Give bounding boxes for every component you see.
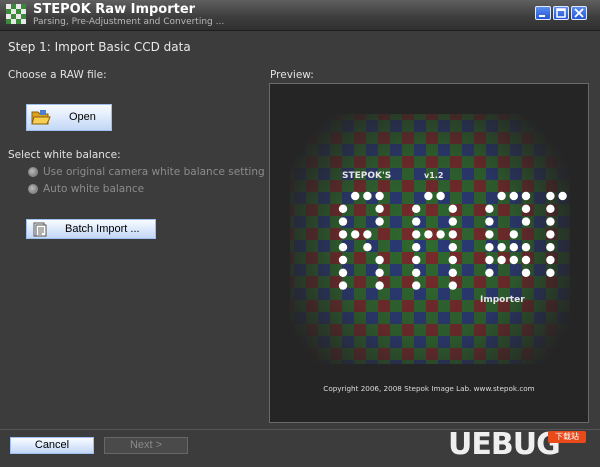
logo-dot: [412, 281, 421, 290]
logo-dot: [558, 191, 567, 201]
app-window: STEPOK Raw Importer Parsing, Pre-Adjustm…: [0, 0, 600, 467]
logo-dot: [521, 268, 531, 277]
logo-dot: [375, 204, 384, 213]
logo-dot: [485, 268, 494, 277]
window-subtitle: Parsing, Pre-Adjustment and Converting .…: [33, 17, 225, 27]
logo-dot: [546, 255, 555, 265]
logo-dot: [448, 268, 457, 277]
logo-dot: [412, 230, 421, 239]
preview-image: STEPOK'S v1.2 Importer Copyright 2006, 2…: [270, 84, 588, 422]
logo-dot: [521, 204, 531, 213]
maximize-icon: [556, 8, 566, 18]
logo-dot: [448, 243, 457, 252]
watermark-site: 下载站: [548, 431, 586, 443]
preview-label: Preview:: [270, 69, 314, 81]
logo-dot: [509, 191, 518, 201]
logo-dot: [375, 191, 384, 201]
logo-dot: [546, 204, 555, 213]
next-button[interactable]: Next >: [104, 437, 188, 454]
logo-dot: [351, 191, 360, 201]
logo-dot: [521, 255, 531, 265]
window-title: STEPOK Raw Importer: [33, 2, 196, 17]
copyright-text: Copyright 2006, 2008 Stepok Image Lab. w…: [323, 384, 534, 393]
batch-document-icon: [33, 222, 47, 237]
logo-dot: [448, 230, 457, 239]
white-balance-label: Select white balance:: [8, 149, 121, 161]
maximize-button[interactable]: [553, 6, 569, 20]
logo-dot: [424, 191, 433, 201]
logo-dot: [509, 243, 518, 252]
logo-dot: [521, 243, 531, 252]
logo-dot: [448, 281, 457, 290]
logo-dot: [546, 243, 555, 252]
cancel-button[interactable]: Cancel: [10, 437, 94, 454]
logo-version-text: v1.2: [424, 171, 443, 180]
logo-dot: [436, 230, 445, 239]
logo-dot: [485, 255, 494, 265]
logo-dot: [363, 230, 372, 239]
logo-brand-text: STEPOK'S: [342, 171, 391, 181]
logo-dot: [375, 255, 384, 265]
logo-dot: [546, 191, 555, 201]
choose-file-label: Choose a RAW file:: [8, 69, 107, 81]
logo-dot: [497, 243, 506, 252]
logo-dot: [412, 268, 421, 277]
open-button-label: Open: [69, 111, 96, 123]
logo-dot: [546, 230, 555, 239]
logo-dot: [375, 268, 384, 277]
logo-dot: [412, 243, 421, 252]
logo-dot: [338, 204, 348, 213]
logo-dot: [509, 255, 518, 265]
radio-camera-wb-label: Use original camera white balance settin…: [43, 166, 265, 178]
logo-dot: [485, 230, 494, 239]
logo-dot: [412, 204, 421, 213]
logo-dot: [521, 191, 531, 201]
batch-import-button[interactable]: Batch Import ...: [26, 219, 156, 239]
logo-dot: [338, 255, 348, 265]
logo-dot: [338, 217, 348, 226]
minimize-button[interactable]: [535, 6, 551, 20]
logo-dot: [509, 230, 518, 239]
logo-dot: [424, 230, 433, 239]
logo-dot: [546, 217, 555, 226]
logo-name-text: Importer: [480, 295, 525, 305]
logo-dot: [412, 217, 421, 226]
logo-dot: [448, 217, 457, 226]
logo-dot: [338, 243, 348, 252]
logo-dot: [363, 191, 372, 201]
logo-dot: [497, 191, 506, 201]
logo-dot: [448, 255, 457, 265]
logo-dot: [448, 204, 457, 213]
logo-dot: [485, 204, 494, 213]
logo-dot: [375, 281, 384, 290]
logo-dot: [363, 243, 372, 252]
watermark-brand: UEBUG: [448, 427, 561, 462]
logo-dot: [351, 230, 360, 239]
batch-import-label: Batch Import ...: [65, 223, 140, 235]
logo-dot: [485, 217, 494, 226]
logo-dot: [375, 217, 384, 226]
logo-dot: [485, 243, 494, 252]
preview-panel: STEPOK'S v1.2 Importer Copyright 2006, 2…: [269, 83, 589, 423]
logo-dot: [521, 217, 531, 226]
watermark: UEBUG 下载站: [448, 427, 596, 465]
close-button[interactable]: [571, 6, 587, 20]
radio-camera-wb[interactable]: [28, 167, 38, 177]
step-heading: Step 1: Import Basic CCD data: [8, 40, 191, 54]
folder-open-icon: [31, 110, 51, 125]
title-bar[interactable]: STEPOK Raw Importer Parsing, Pre-Adjustm…: [0, 0, 600, 31]
logo-dot: [546, 268, 555, 277]
app-logo-icon: [6, 4, 26, 24]
logo-dot: [497, 255, 506, 265]
close-icon: [574, 8, 584, 18]
radio-auto-wb[interactable]: [28, 184, 38, 194]
open-button[interactable]: Open: [26, 104, 112, 131]
logo-dot: [436, 191, 445, 201]
radio-auto-wb-label: Auto white balance: [43, 183, 145, 195]
logo-dot: [338, 230, 348, 239]
logo-dot: [338, 281, 348, 290]
logo-dot: [412, 255, 421, 265]
logo-dot: [338, 268, 348, 277]
minimize-icon: [539, 15, 545, 17]
